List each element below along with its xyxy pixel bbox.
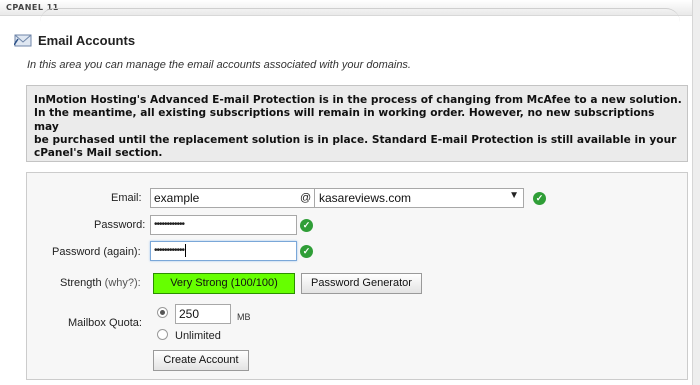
password-again-value: •••••••••••• [154, 245, 185, 256]
notice-line: be purchased until the replacement solut… [34, 133, 677, 146]
quota-radio-limited[interactable] [157, 307, 168, 318]
strength-label: Strength (why?): [60, 277, 141, 289]
text-cursor [185, 243, 187, 257]
create-account-form: Email: example @ kasareviews.com ▼ ✓ Pas… [26, 172, 688, 380]
scrollbar[interactable] [692, 0, 700, 385]
page-description: In this area you can manage the email ac… [27, 59, 411, 71]
notice-line: InMotion Hosting's Advanced E-mail Prote… [34, 94, 682, 106]
why-link[interactable]: (why?): [105, 277, 141, 289]
quota-unit: MB [237, 312, 251, 322]
mail-icon [14, 34, 32, 47]
page-title: Email Accounts [38, 32, 136, 48]
domain-value: kasareviews.com [319, 191, 412, 205]
checkmark-icon: ✓ [533, 192, 546, 205]
create-account-button[interactable]: Create Account [153, 350, 249, 371]
notice-box: InMotion Hosting's Advanced E-mail Prote… [26, 85, 688, 162]
header-divider [40, 8, 680, 22]
domain-select[interactable]: kasareviews.com ▼ [314, 188, 524, 208]
strength-label-text: Strength [60, 277, 102, 289]
password-input[interactable]: •••••••••••• [150, 215, 297, 235]
chevron-down-icon: ▼ [509, 190, 519, 201]
strength-meter: Very Strong (100/100) [153, 273, 295, 294]
checkmark-icon: ✓ [300, 245, 313, 258]
password-generator-button[interactable]: Password Generator [301, 273, 422, 294]
quota-input[interactable]: 250 [175, 304, 231, 324]
unlimited-label: Unlimited [175, 330, 221, 342]
password-again-input[interactable]: •••••••••••• [150, 241, 297, 261]
password-again-label: Password (again): [52, 246, 141, 258]
quota-label: Mailbox Quota: [68, 317, 142, 329]
email-input[interactable]: example [150, 188, 324, 208]
checkmark-icon: ✓ [300, 219, 313, 232]
page-header: Email Accounts [14, 31, 135, 49]
at-sign: @ [300, 192, 312, 204]
email-label: Email: [111, 192, 142, 204]
notice-line: In the meantime, all existing subscripti… [34, 107, 655, 133]
password-label: Password: [94, 219, 146, 231]
notice-line: cPanel's Mail section. [34, 147, 163, 160]
quota-radio-unlimited[interactable] [157, 329, 168, 340]
